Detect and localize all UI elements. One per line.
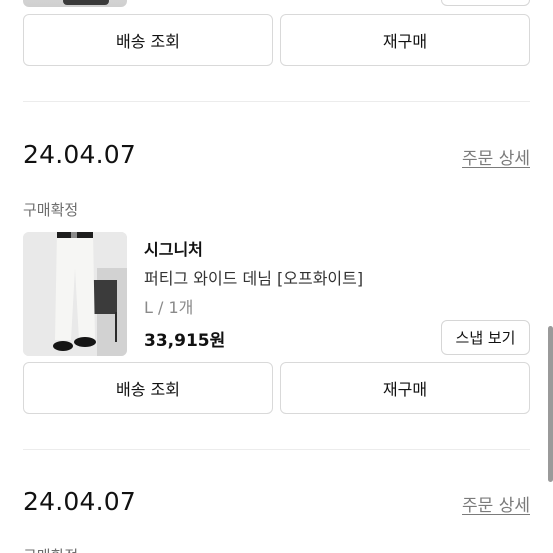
snap-view-button[interactable]: 스냅 보기 [441, 320, 530, 355]
rebuy-button[interactable]: 재구매 [280, 362, 530, 414]
product-option: L / 1개 [144, 298, 194, 317]
shipping-track-button[interactable]: 배송 조회 [23, 362, 273, 414]
shoe-image-detail [63, 0, 109, 5]
section-divider [23, 449, 530, 450]
previous-rebuy-button[interactable]: 재구매 [280, 14, 530, 66]
previous-shipping-track-button[interactable]: 배송 조회 [23, 14, 273, 66]
section-divider [23, 101, 530, 102]
product-price: 33,915원 [144, 331, 226, 351]
previous-snap-button[interactable] [441, 0, 530, 6]
scrollbar[interactable] [548, 326, 553, 482]
order-detail-link[interactable]: 주문 상세 [462, 144, 530, 169]
product-brand[interactable]: 시그니처 [144, 236, 203, 260]
order-status: 구매확정 [23, 201, 79, 219]
next-order-status: 구매확정 [23, 545, 78, 553]
product-thumbnail[interactable] [23, 232, 127, 356]
product-name[interactable]: 퍼티그 와이드 데님 [오프화이트] [144, 265, 363, 289]
previous-product-thumbnail[interactable] [23, 0, 127, 7]
order-date: 24.04.07 [23, 140, 136, 169]
order-history-page: 배송 조회 재구매 24.04.07 주문 상세 구매확정 시그니처 퍼티그 와… [0, 0, 553, 553]
product-photo-icon [23, 232, 127, 356]
next-order-date: 24.04.07 [23, 487, 136, 516]
next-order-detail-link[interactable]: 주문 상세 [462, 491, 530, 516]
